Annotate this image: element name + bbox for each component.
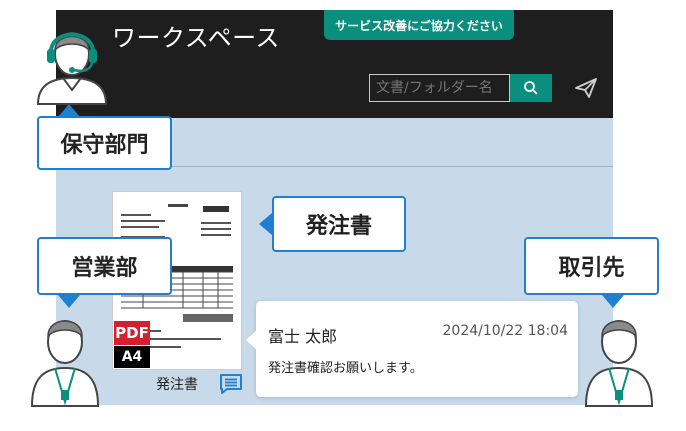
- survey-banner-button[interactable]: サービス改善にご協力ください: [324, 10, 514, 40]
- paper-plane-icon: [575, 78, 597, 98]
- paper-size-badge: A4: [114, 346, 150, 368]
- comment-button[interactable]: [218, 372, 244, 396]
- comment-timestamp: 2024/10/22 18:04: [442, 323, 569, 339]
- search-input[interactable]: [369, 74, 510, 102]
- callout-sales: 営業部: [37, 237, 172, 295]
- search-icon: [524, 81, 538, 95]
- callout-order: 発注書: [272, 196, 406, 252]
- document-name[interactable]: 発注書: [156, 374, 198, 394]
- callout-support: 保守部門: [37, 116, 172, 170]
- comment-author: 富士 太郎: [268, 327, 338, 346]
- app-title: ワークスペース: [112, 24, 280, 52]
- sales-person-avatar: [30, 320, 100, 407]
- callout-client: 取引先: [524, 237, 659, 295]
- callout-pointer: [259, 213, 272, 235]
- search-button[interactable]: [510, 74, 552, 102]
- support-agent-avatar: [36, 32, 108, 105]
- comment-text: 発注書確認お願いします。: [268, 361, 423, 376]
- comment-icon: [220, 374, 242, 394]
- comment-card: 富士 太郎 2024/10/22 18:04 発注書確認お願いします。: [246, 301, 578, 397]
- pdf-badge: PDF: [114, 321, 150, 345]
- app-header: ワークスペース サービス改善にご協力ください: [56, 10, 613, 118]
- client-person-avatar: [584, 320, 654, 407]
- send-button[interactable]: [570, 74, 602, 102]
